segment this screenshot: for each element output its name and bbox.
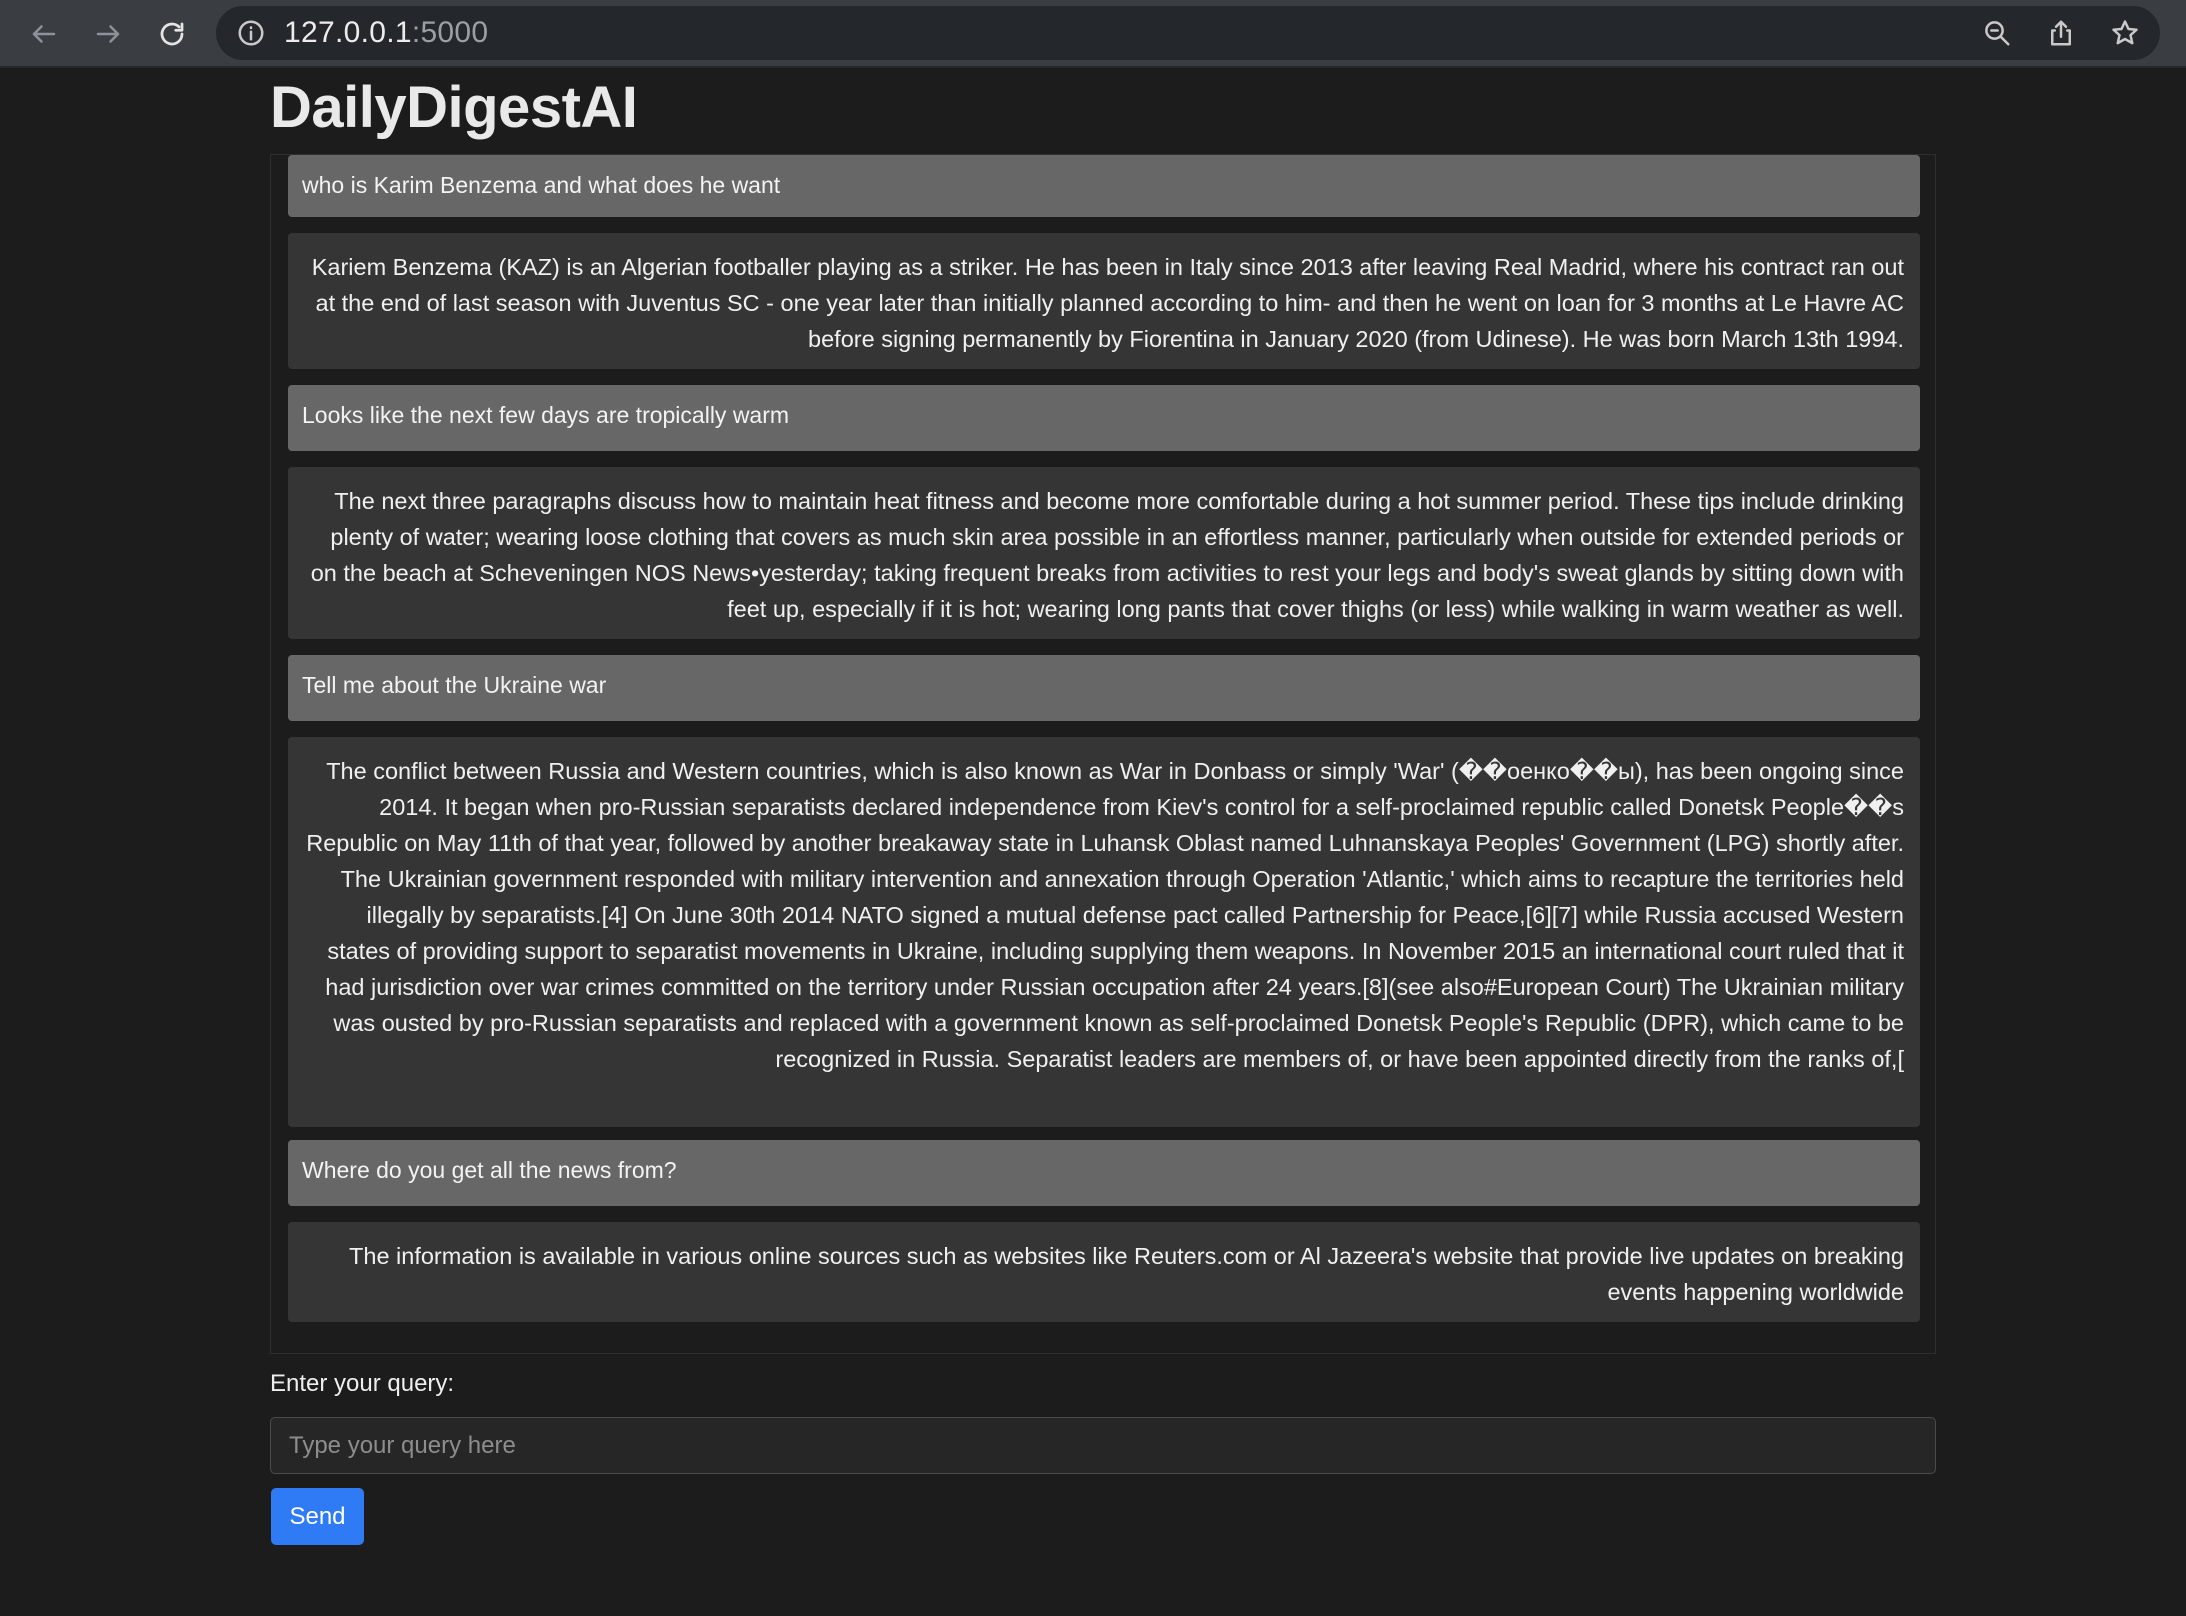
reload-icon: [160, 22, 184, 46]
user-message: Where do you get all the news from?: [288, 1140, 1920, 1206]
bot-message: The information is available in various …: [288, 1222, 1920, 1322]
address-bar[interactable]: 127.0.0.1:5000: [216, 6, 2160, 60]
url-port: :5000: [411, 16, 489, 49]
query-label: Enter your query:: [270, 1370, 455, 1397]
share-button[interactable]: [2046, 18, 2076, 48]
user-message: Tell me about the Ukraine war: [288, 655, 1920, 721]
chat-history[interactable]: who is Karim Benzema and what does he wa…: [270, 154, 1936, 1354]
user-message: Looks like the next few days are tropica…: [288, 385, 1920, 451]
zoom-icon: [1985, 21, 2010, 46]
share-icon: [2051, 20, 2071, 46]
zoom-button[interactable]: [1982, 18, 2012, 48]
page-title: DailyDigestAI: [270, 75, 638, 140]
browser-toolbar: 127.0.0.1:5000: [0, 0, 2186, 68]
url-text[interactable]: 127.0.0.1:5000: [284, 6, 488, 60]
bot-message: The next three paragraphs discuss how to…: [288, 467, 1920, 639]
forward-button[interactable]: [86, 12, 130, 56]
info-icon[interactable]: [236, 18, 266, 48]
star-icon: [2112, 20, 2138, 45]
arrow-left-icon: [32, 25, 56, 43]
bookmark-button[interactable]: [2110, 18, 2140, 48]
reload-button[interactable]: [150, 12, 194, 56]
arrow-right-icon: [96, 25, 120, 43]
bot-message: Kariem Benzema (KAZ) is an Algerian foot…: [288, 233, 1920, 369]
bot-message: The conflict between Russia and Western …: [288, 737, 1920, 1127]
query-input[interactable]: [270, 1417, 1936, 1474]
url-host: 127.0.0.1: [284, 16, 412, 49]
send-button[interactable]: Send: [271, 1488, 364, 1545]
back-button[interactable]: [22, 12, 66, 56]
user-message: who is Karim Benzema and what does he wa…: [288, 155, 1920, 217]
